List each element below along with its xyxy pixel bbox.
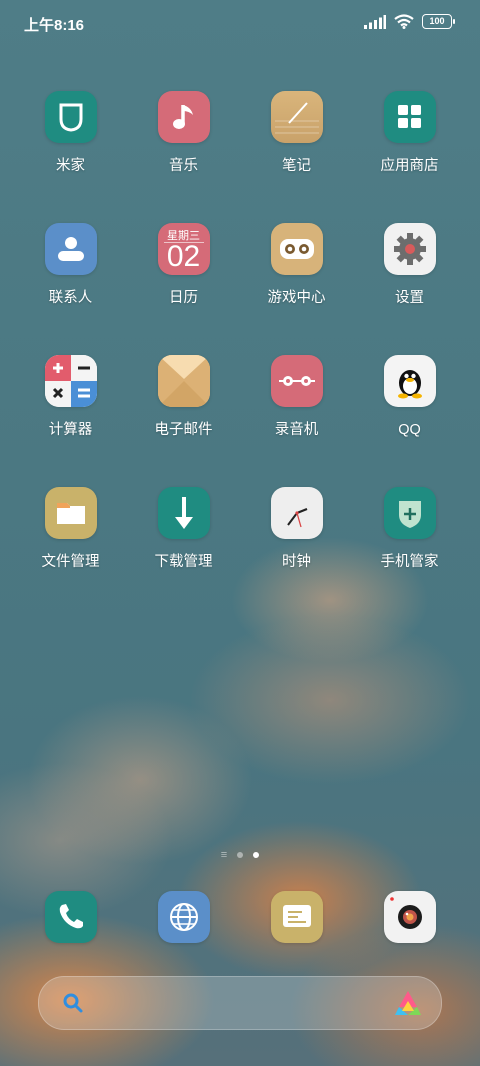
app-store-grid-icon (383, 91, 436, 143)
app-music[interactable]: 音乐 (127, 91, 240, 174)
recorder-tape-icon (270, 355, 323, 407)
app-grid: 米家 音乐 笔记 应用商店 联系人 星期三 02 日历 游戏中心 设置 计算器 … (14, 91, 466, 570)
search-bar[interactable] (38, 976, 442, 1030)
wifi-icon (394, 14, 414, 29)
app-label: 米家 (56, 158, 85, 174)
browser-globe-icon (157, 891, 210, 943)
calendar-icon: 星期三 02 (157, 223, 210, 275)
messages-icon (270, 891, 323, 943)
app-recorder[interactable]: 录音机 (240, 355, 353, 438)
app-label: 时钟 (282, 554, 311, 570)
folder-icon (44, 487, 97, 539)
dock-browser[interactable] (127, 891, 240, 943)
search-icon (63, 993, 83, 1013)
calculator-icon (44, 355, 97, 407)
app-notes[interactable]: 笔记 (240, 91, 353, 174)
app-label: 计算器 (48, 422, 93, 438)
app-mijia[interactable]: 米家 (14, 91, 127, 174)
menu-lines-icon: ≡ (220, 849, 228, 861)
status-time: 上午8:16 (24, 17, 85, 34)
app-label: 文件管理 (41, 554, 100, 570)
app-label: 笔记 (282, 158, 311, 174)
dock-messages[interactable] (240, 891, 353, 943)
app-download-manager[interactable]: 下载管理 (127, 487, 240, 570)
app-label: 下载管理 (154, 554, 213, 570)
page-dot (237, 852, 244, 858)
app-app-store[interactable]: 应用商店 (353, 91, 466, 174)
envelope-icon (157, 355, 210, 407)
app-security[interactable]: 手机管家 (353, 487, 466, 570)
page-indicator[interactable]: ≡ (0, 849, 480, 861)
app-file-manager[interactable]: 文件管理 (14, 487, 127, 570)
app-label: 应用商店 (380, 158, 439, 174)
clock-icon (270, 487, 323, 539)
app-calendar[interactable]: 星期三 02 日历 (127, 223, 240, 306)
calendar-day: 02 (166, 240, 201, 273)
page-dot-active (253, 852, 260, 858)
app-clock[interactable]: 时钟 (240, 487, 353, 570)
app-label: 设置 (395, 290, 424, 306)
dock-camera[interactable] (353, 891, 466, 943)
status-bar: 上午8:16 100 (0, 0, 480, 46)
phone-icon (44, 891, 97, 943)
ai-assistant-icon[interactable] (393, 989, 423, 1017)
app-game-center[interactable]: 游戏中心 (240, 223, 353, 306)
app-label: 日历 (169, 290, 198, 306)
contacts-person-icon (44, 223, 97, 275)
app-label: 电子邮件 (154, 422, 213, 438)
app-label: 游戏中心 (267, 290, 326, 306)
dock-phone[interactable] (14, 891, 127, 943)
app-label: 音乐 (169, 158, 198, 174)
music-note-icon (157, 91, 210, 143)
mijia-shield-icon (44, 91, 97, 143)
app-label: QQ (398, 422, 421, 438)
gamepad-icon (270, 223, 323, 275)
security-shield-icon (383, 487, 436, 539)
signal-icon (364, 14, 386, 29)
app-label: 手机管家 (380, 554, 439, 570)
app-email[interactable]: 电子邮件 (127, 355, 240, 438)
notes-pen-icon (270, 91, 323, 143)
app-calculator[interactable]: 计算器 (14, 355, 127, 438)
gear-icon (383, 223, 436, 275)
app-settings[interactable]: 设置 (353, 223, 466, 306)
dock (14, 891, 466, 943)
download-arrow-icon (157, 487, 210, 539)
status-icons: 100 (364, 14, 455, 29)
qq-penguin-icon (383, 355, 436, 407)
app-qq[interactable]: QQ (353, 355, 466, 438)
app-label: 录音机 (274, 422, 319, 438)
battery-icon: 100 (422, 14, 455, 29)
camera-icon (383, 891, 436, 943)
app-contacts[interactable]: 联系人 (14, 223, 127, 306)
app-label: 联系人 (48, 290, 93, 306)
